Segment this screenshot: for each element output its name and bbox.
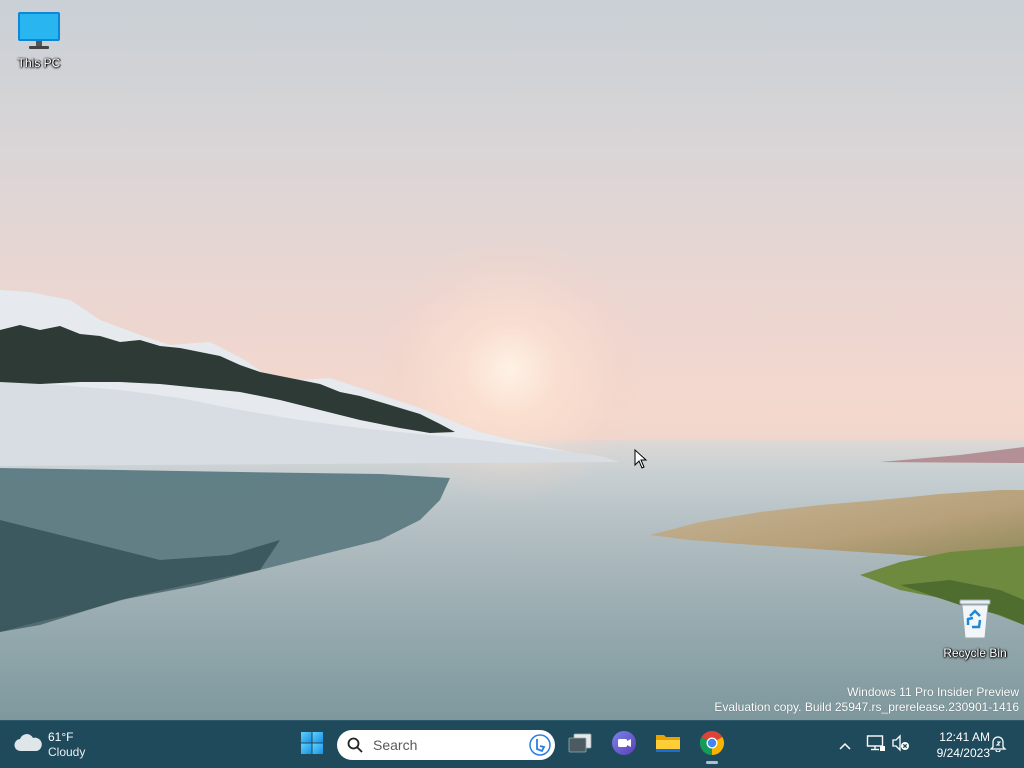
clock-time: 12:41 AM [939, 730, 990, 744]
folder-icon [654, 731, 682, 759]
notification-center-button[interactable] [986, 727, 1010, 763]
mouse-pointer-icon [634, 448, 648, 473]
evaluation-watermark: Windows 11 Pro Insider Preview Evaluatio… [714, 685, 1019, 715]
chrome-icon [699, 730, 725, 760]
network-status-button[interactable] [864, 727, 888, 763]
this-pc-desktop-icon[interactable]: This PC [0, 10, 78, 70]
weather-widget[interactable]: 61°F Cloudy [14, 727, 104, 763]
monitor-icon [17, 12, 61, 54]
start-button[interactable] [294, 727, 330, 763]
this-pc-label: This PC [17, 56, 61, 70]
windows-logo-icon [300, 731, 324, 759]
network-icon [866, 734, 886, 756]
search-input[interactable] [371, 736, 515, 754]
clock-date: 9/24/2023 [936, 746, 990, 760]
weather-condition: Cloudy [48, 745, 86, 759]
chrome-button[interactable] [694, 727, 730, 764]
show-hidden-icons-button[interactable] [832, 727, 858, 763]
teams-icon [611, 730, 637, 760]
recycle-bin-label: Recycle Bin [943, 646, 1007, 660]
desktop-wallpaper [0, 0, 1024, 720]
recycle-bin-icon [955, 599, 995, 644]
notification-bell-icon [989, 734, 1007, 756]
task-view-icon [567, 732, 593, 758]
taskbar: 61°F Cloudy Search 12:41 AM 9/24/2023 [0, 720, 1024, 768]
cloud-icon [14, 733, 42, 757]
landscape-scene [0, 290, 1024, 632]
recycle-bin-desktop-icon[interactable]: Recycle Bin [936, 596, 1014, 660]
chevron-up-icon [838, 736, 852, 755]
weather-temperature: 61°F [48, 730, 74, 744]
file-explorer-button[interactable] [650, 727, 686, 763]
watermark-build: Evaluation copy. Build 25947.rs_prerelea… [714, 700, 1019, 714]
running-indicator [706, 761, 718, 764]
teams-chat-button[interactable] [606, 727, 642, 763]
volume-button[interactable] [889, 727, 913, 763]
volume-muted-icon [891, 734, 911, 756]
task-view-button[interactable] [562, 727, 598, 763]
bing-icon[interactable] [529, 734, 551, 760]
search-icon [347, 737, 363, 753]
watermark-edition: Windows 11 Pro Insider Preview [847, 685, 1019, 699]
taskbar-search-box[interactable] [337, 730, 555, 760]
system-clock[interactable]: 12:41 AM 9/24/2023 [920, 729, 990, 761]
